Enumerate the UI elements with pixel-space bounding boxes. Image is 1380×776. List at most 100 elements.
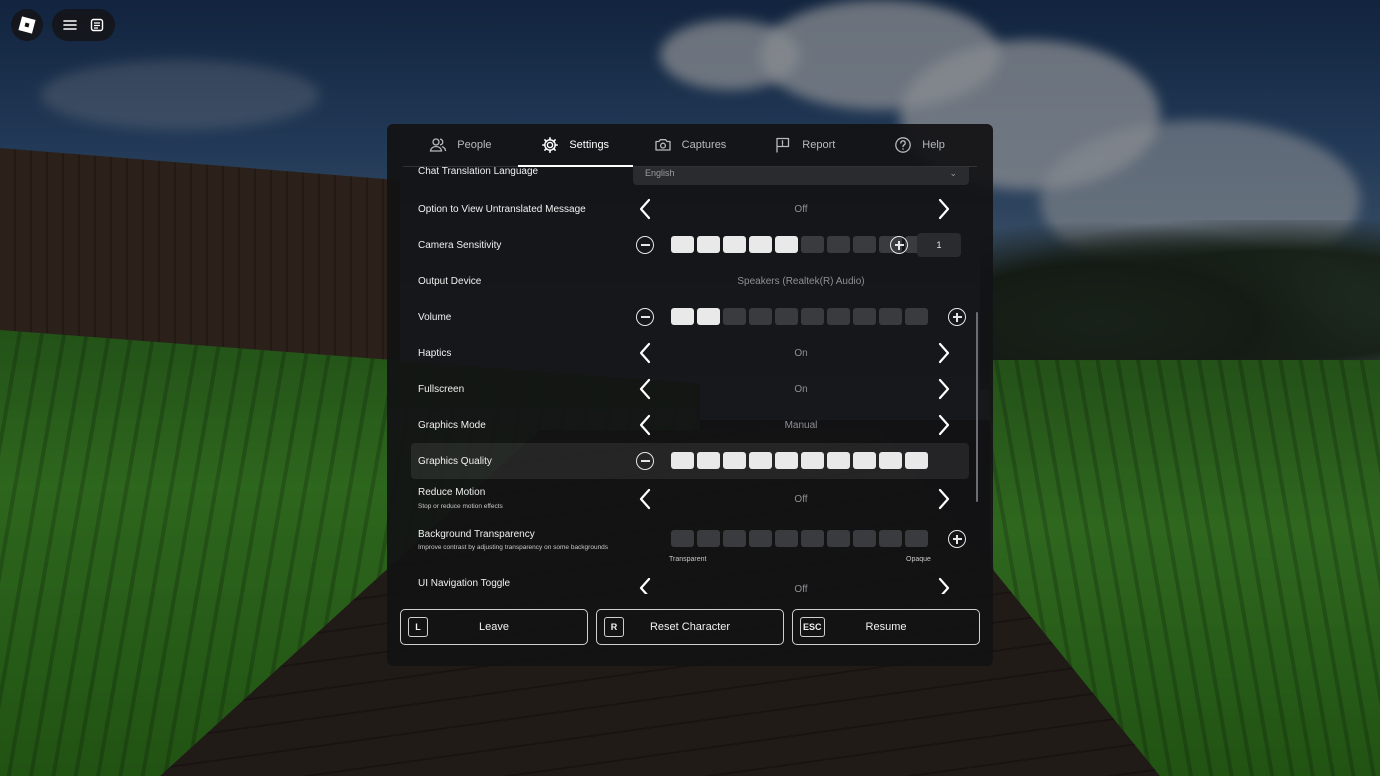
setting-label: Haptics bbox=[418, 348, 452, 359]
tab-label: People bbox=[457, 139, 492, 151]
tab-captures[interactable]: Captures bbox=[633, 124, 748, 166]
slider-segment[interactable] bbox=[749, 452, 772, 469]
volume-slider[interactable] bbox=[671, 308, 928, 325]
setting-label: Volume bbox=[418, 312, 452, 323]
chevron-left-icon[interactable] bbox=[635, 340, 655, 366]
slider-segment[interactable] bbox=[697, 530, 720, 547]
chevron-right-icon[interactable] bbox=[934, 196, 954, 222]
slider-segment[interactable] bbox=[853, 236, 876, 253]
slider-segment[interactable] bbox=[775, 452, 798, 469]
slider-segment[interactable] bbox=[879, 308, 902, 325]
chevron-left-icon[interactable] bbox=[635, 486, 655, 512]
setting-label: Reduce Motion bbox=[418, 487, 486, 498]
tab-people[interactable]: People bbox=[403, 124, 518, 166]
tab-label: Help bbox=[922, 139, 945, 151]
setting-haptics: Haptics On bbox=[411, 335, 969, 371]
chevron-right-icon[interactable] bbox=[934, 486, 954, 512]
button-label: Resume bbox=[865, 621, 907, 633]
chevron-left-icon[interactable] bbox=[635, 196, 655, 222]
roblox-menu-button[interactable] bbox=[11, 9, 43, 41]
slider-segment[interactable] bbox=[801, 452, 824, 469]
slider-segment[interactable] bbox=[827, 308, 850, 325]
chevron-right-icon[interactable] bbox=[934, 575, 954, 594]
settings-scrollbar[interactable] bbox=[976, 312, 978, 502]
slider-segment[interactable] bbox=[879, 452, 902, 469]
setting-chat-translation: Chat Translation Language English ⌄ bbox=[411, 167, 969, 189]
setting-untranslated-message: Option to View Untranslated Message Off bbox=[411, 191, 969, 227]
slider-segment[interactable] bbox=[671, 308, 694, 325]
setting-value: On bbox=[794, 348, 808, 359]
slider-segment[interactable] bbox=[697, 236, 720, 253]
slider-segment[interactable] bbox=[723, 236, 746, 253]
tab-label: Captures bbox=[681, 139, 727, 151]
slider-segment[interactable] bbox=[697, 452, 720, 469]
increase-icon[interactable] bbox=[890, 236, 908, 254]
slider-segment[interactable] bbox=[801, 530, 824, 547]
slider-segment[interactable] bbox=[905, 530, 928, 547]
increase-icon[interactable] bbox=[948, 308, 966, 326]
slider-segment[interactable] bbox=[775, 530, 798, 547]
slider-segment[interactable] bbox=[905, 452, 928, 469]
slider-segment[interactable] bbox=[723, 530, 746, 547]
output-device-selector[interactable]: Speakers (Realtek(R) Audio) bbox=[658, 276, 944, 287]
setting-label: Chat Translation Language bbox=[418, 167, 539, 177]
tab-label: Settings bbox=[569, 139, 610, 151]
slider-segment[interactable] bbox=[801, 308, 824, 325]
resume-button[interactable]: ESC Resume bbox=[792, 609, 980, 645]
slider-segment[interactable] bbox=[879, 530, 902, 547]
setting-camera-sensitivity: Camera Sensitivity 1 bbox=[411, 227, 969, 263]
language-dropdown[interactable]: English ⌄ bbox=[633, 167, 969, 185]
slider-segment[interactable] bbox=[853, 452, 876, 469]
slider-segment[interactable] bbox=[827, 452, 850, 469]
slider-segment[interactable] bbox=[671, 452, 694, 469]
slider-segment[interactable] bbox=[775, 308, 798, 325]
slider-segment[interactable] bbox=[775, 236, 798, 253]
tab-settings[interactable]: Settings bbox=[517, 124, 633, 167]
tab-report[interactable]: Report bbox=[747, 124, 862, 166]
slider-segment[interactable] bbox=[749, 308, 772, 325]
reset-character-button[interactable]: R Reset Character bbox=[596, 609, 784, 645]
chevron-right-icon[interactable] bbox=[934, 412, 954, 438]
settings-list[interactable]: Chat Translation Language English ⌄ Opti… bbox=[387, 167, 993, 594]
slider-segment[interactable] bbox=[801, 236, 824, 253]
camera-sensitivity-input[interactable]: 1 bbox=[917, 233, 961, 257]
slider-segment[interactable] bbox=[671, 530, 694, 547]
slider-segment[interactable] bbox=[905, 308, 928, 325]
slider-segment[interactable] bbox=[723, 308, 746, 325]
slider-segment[interactable] bbox=[853, 308, 876, 325]
chevron-left-icon[interactable] bbox=[635, 376, 655, 402]
flag-icon bbox=[776, 137, 790, 153]
decrease-icon[interactable] bbox=[636, 308, 654, 326]
slider-segment[interactable] bbox=[749, 236, 772, 253]
slider-segment[interactable] bbox=[749, 530, 772, 547]
chevron-right-icon[interactable] bbox=[934, 376, 954, 402]
slider-segment[interactable] bbox=[723, 452, 746, 469]
keycap: L bbox=[408, 617, 428, 637]
hamburger-menu-icon[interactable] bbox=[62, 17, 78, 33]
setting-label: Graphics Mode bbox=[418, 420, 486, 431]
setting-label: Camera Sensitivity bbox=[418, 240, 502, 251]
setting-ui-navigation-toggle: UI Navigation Toggle Off bbox=[411, 571, 969, 594]
increase-icon[interactable] bbox=[948, 530, 966, 548]
slider-segment[interactable] bbox=[853, 530, 876, 547]
chat-icon[interactable] bbox=[89, 17, 105, 33]
chevron-right-icon[interactable] bbox=[934, 340, 954, 366]
setting-fullscreen: Fullscreen On bbox=[411, 371, 969, 407]
slider-segment[interactable] bbox=[697, 308, 720, 325]
setting-output-device: Output Device Speakers (Realtek(R) Audio… bbox=[411, 263, 969, 299]
slider-segment[interactable] bbox=[671, 236, 694, 253]
decrease-icon[interactable] bbox=[636, 452, 654, 470]
button-label: Reset Character bbox=[649, 621, 731, 633]
setting-label: Graphics Quality bbox=[418, 456, 492, 467]
slider-segment[interactable] bbox=[827, 530, 850, 547]
background-transparency-slider[interactable] bbox=[671, 530, 928, 547]
slider-segment[interactable] bbox=[827, 236, 850, 253]
people-icon bbox=[429, 138, 447, 152]
leave-button[interactable]: L Leave bbox=[400, 609, 588, 645]
chevron-left-icon[interactable] bbox=[635, 412, 655, 438]
decrease-icon[interactable] bbox=[636, 236, 654, 254]
graphics-quality-slider[interactable] bbox=[671, 452, 928, 469]
chevron-left-icon[interactable] bbox=[635, 575, 655, 594]
tab-help[interactable]: Help bbox=[862, 124, 977, 166]
chevron-down-icon: ⌄ bbox=[949, 168, 957, 178]
